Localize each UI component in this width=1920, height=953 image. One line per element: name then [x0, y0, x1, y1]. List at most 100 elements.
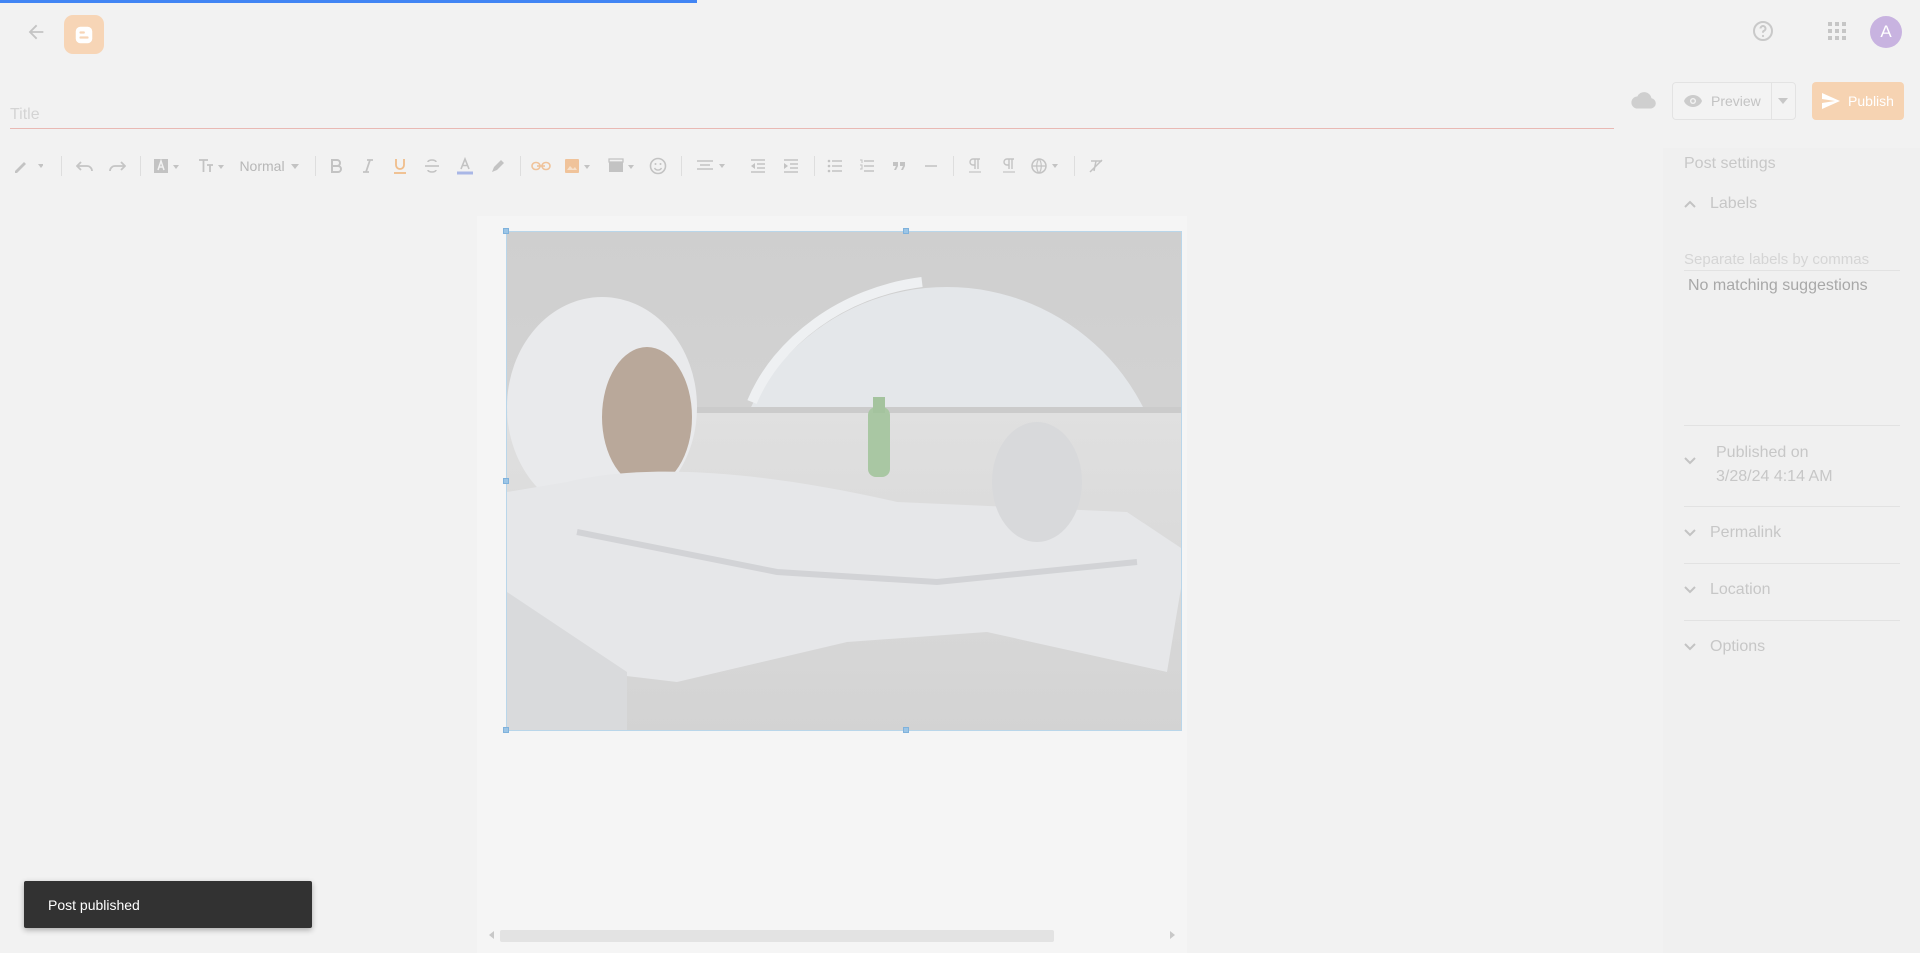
section-divider	[1684, 506, 1900, 507]
scroll-left-icon	[489, 931, 494, 939]
resize-handle[interactable]	[903, 228, 909, 234]
apps-button[interactable]	[1821, 15, 1853, 47]
preview-button[interactable]: Preview	[1673, 83, 1772, 119]
outdent-icon	[751, 159, 765, 173]
align-center-icon	[697, 160, 725, 170]
post-settings-title: Post settings	[1684, 155, 1776, 172]
underline-button[interactable]	[388, 152, 412, 180]
emoji-icon	[649, 157, 667, 175]
insert-emoji-button[interactable]	[645, 152, 671, 180]
snackbar: Post published	[24, 881, 312, 928]
section-divider	[1684, 425, 1900, 426]
video-icon	[608, 158, 634, 172]
caret-down-icon	[1778, 98, 1789, 104]
loading-progress-bar	[0, 0, 697, 3]
toolbar-separator	[61, 156, 62, 176]
rtl-direction-button[interactable]	[995, 152, 1021, 180]
insert-image-button[interactable]	[561, 152, 595, 180]
scroll-right-icon	[1170, 931, 1175, 939]
indent-icon	[784, 159, 798, 173]
highlighter-icon	[492, 160, 504, 172]
publish-button[interactable]: Publish	[1812, 82, 1904, 120]
paragraph-style-dropdown[interactable]: Normal	[236, 152, 302, 180]
font-size-button[interactable]	[195, 152, 229, 180]
toolbar-separator	[1074, 156, 1075, 176]
indent-button[interactable]	[778, 152, 804, 180]
resize-handle[interactable]	[903, 727, 909, 733]
help-circle-icon	[1753, 21, 1773, 41]
blogger-logo-icon	[75, 26, 93, 43]
published-on-section-header[interactable]	[1684, 457, 1696, 465]
chevron-down-icon	[1684, 586, 1696, 594]
numbered-list-button[interactable]	[854, 152, 880, 180]
snackbar-message: Post published	[48, 896, 140, 913]
no-matching-suggestions: No matching suggestions	[1688, 277, 1868, 294]
published-on-value: 3/28/24 4:14 AM	[1716, 468, 1833, 485]
highlight-color-button[interactable]	[485, 152, 511, 180]
section-divider	[1684, 620, 1900, 621]
preview-dropdown-button[interactable]	[1772, 83, 1795, 119]
strikethrough-button[interactable]	[420, 152, 444, 180]
back-button[interactable]	[20, 16, 52, 48]
blogger-logo[interactable]	[64, 15, 104, 54]
input-mode-button[interactable]	[10, 152, 46, 180]
pencil-icon	[15, 162, 43, 173]
bold-icon	[331, 159, 342, 173]
undo-icon	[76, 161, 93, 172]
preview-button-group: Preview	[1672, 82, 1796, 120]
toolbar-separator	[814, 156, 815, 176]
strikethrough-icon	[425, 159, 439, 173]
permalink-section-title: Permalink	[1710, 524, 1782, 541]
chevron-down-icon	[1684, 643, 1696, 651]
outdent-button[interactable]	[745, 152, 771, 180]
avatar[interactable]: A	[1870, 16, 1902, 48]
bulleted-list-icon	[827, 159, 842, 173]
redo-button[interactable]	[104, 152, 130, 180]
clear-formatting-button[interactable]	[1083, 152, 1109, 180]
toolbar-separator	[315, 156, 316, 176]
permalink-section-header[interactable]: Permalink	[1684, 524, 1781, 542]
undo-button[interactable]	[72, 152, 98, 180]
options-section-header[interactable]: Options	[1684, 638, 1765, 656]
alignment-button[interactable]	[692, 152, 732, 180]
italic-button[interactable]	[356, 152, 380, 180]
quote-icon	[893, 162, 905, 170]
bold-button[interactable]	[324, 152, 348, 180]
labels-input[interactable]	[1684, 248, 1900, 271]
options-section-title: Options	[1710, 638, 1766, 655]
image-icon	[565, 159, 590, 173]
language-button[interactable]	[1028, 152, 1064, 180]
clear-formatting-icon	[1089, 159, 1103, 173]
insert-video-button[interactable]	[605, 152, 639, 180]
help-button[interactable]	[1747, 15, 1779, 47]
link-button[interactable]	[528, 152, 554, 180]
toolbar-separator	[520, 156, 521, 176]
save-status	[1630, 88, 1658, 112]
selected-post-image[interactable]	[506, 231, 1182, 731]
font-family-button[interactable]	[150, 152, 184, 180]
resize-handle[interactable]	[503, 727, 509, 733]
toolbar-separator	[953, 156, 954, 176]
labels-section-header[interactable]: Labels	[1684, 195, 1757, 213]
eye-icon	[1684, 95, 1702, 107]
send-icon	[1822, 93, 1841, 109]
bulleted-list-button[interactable]	[822, 152, 848, 180]
chevron-down-icon	[1684, 457, 1696, 465]
published-on-info[interactable]: Published on 3/28/24 4:14 AM	[1716, 441, 1833, 489]
text-color-button[interactable]	[452, 152, 478, 180]
resize-handle[interactable]	[503, 228, 509, 234]
text-size-icon	[199, 159, 224, 172]
text-color-icon	[457, 157, 473, 175]
post-title-input[interactable]	[10, 102, 1614, 129]
location-section-header[interactable]: Location	[1684, 581, 1771, 599]
scrollbar-thumb[interactable]	[500, 930, 1054, 942]
preview-label: Preview	[1711, 93, 1761, 109]
astronaut-on-moon-image	[507, 232, 1181, 730]
quote-button[interactable]	[887, 152, 911, 180]
globe-icon	[1031, 158, 1058, 174]
horizontal-rule-button[interactable]	[919, 152, 943, 180]
ltr-direction-button[interactable]	[963, 152, 989, 180]
horizontal-line-icon	[925, 165, 937, 167]
resize-handle[interactable]	[503, 478, 509, 484]
italic-icon	[363, 159, 373, 173]
